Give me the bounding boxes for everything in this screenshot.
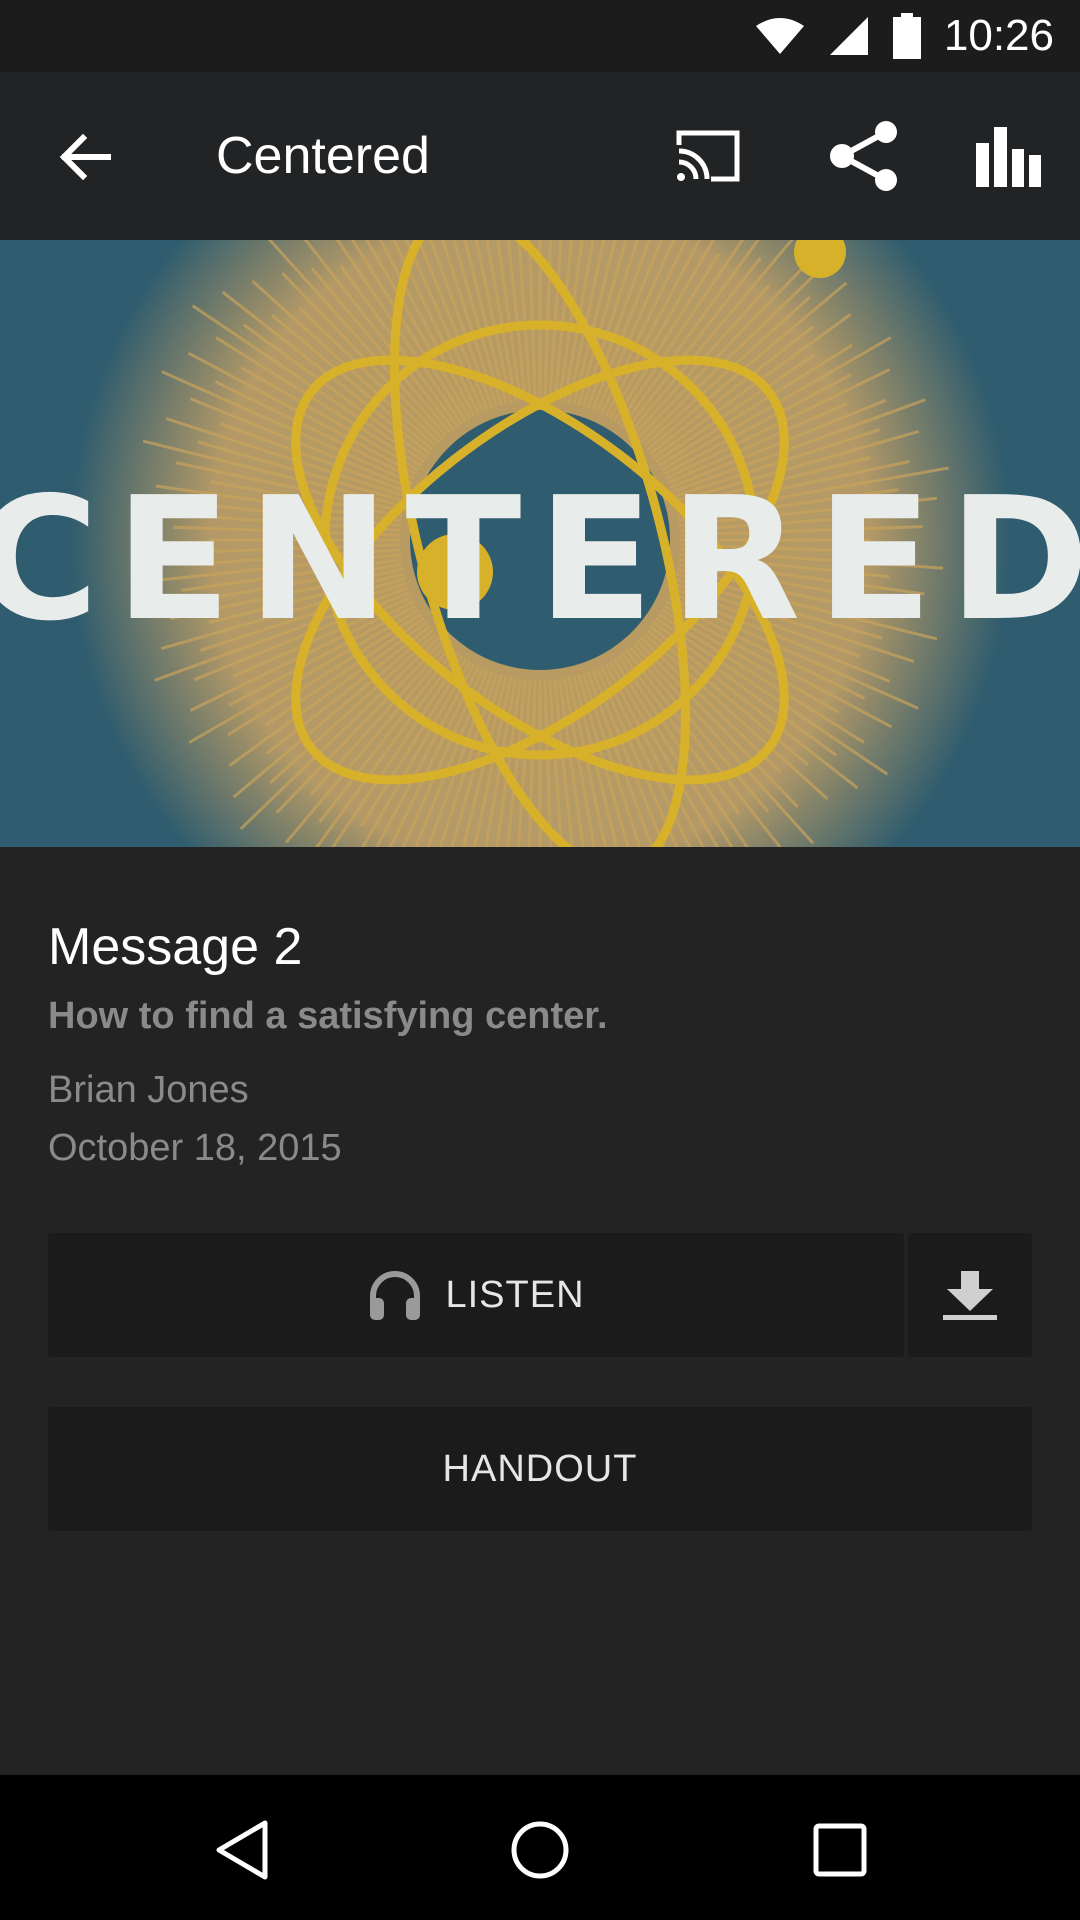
message-speaker: Brian Jones <box>48 1069 249 1111</box>
headphones-icon <box>367 1268 423 1322</box>
stats-button[interactable] <box>968 116 1048 196</box>
cast-button[interactable] <box>668 116 748 196</box>
wifi-icon <box>754 16 806 56</box>
home-circle-icon <box>511 1821 569 1879</box>
listen-row: LISTEN <box>48 1233 1032 1357</box>
artwork-title: CENTERED <box>0 461 1080 659</box>
share-button[interactable] <box>824 116 904 196</box>
listen-button[interactable]: LISTEN <box>48 1233 904 1357</box>
bar-chart-icon <box>976 127 1041 187</box>
message-details: Message 2 How to find a satisfying cente… <box>0 847 1080 1775</box>
download-button[interactable] <box>908 1233 1032 1357</box>
recents-square-icon <box>813 1823 867 1877</box>
app-bar: Centered <box>0 72 1080 240</box>
message-subtitle: How to find a satisfying center. <box>48 995 608 1037</box>
handout-button[interactable]: HANDOUT <box>48 1407 1032 1531</box>
message-title: Message 2 <box>48 918 303 976</box>
battery-icon <box>892 13 922 59</box>
nav-back-button[interactable] <box>196 1805 286 1895</box>
series-artwork: CENTERED <box>0 240 1080 847</box>
system-nav-bar <box>0 1775 1080 1920</box>
listen-label: LISTEN <box>445 1273 585 1316</box>
status-bar: 10:26 <box>0 0 1080 72</box>
cell-signal-icon <box>828 15 870 57</box>
cast-icon <box>676 130 740 182</box>
back-triangle-icon <box>216 1820 268 1880</box>
page-title: Centered <box>216 127 430 185</box>
message-date: October 18, 2015 <box>48 1127 342 1169</box>
share-icon <box>830 121 897 191</box>
back-button[interactable] <box>50 122 120 192</box>
handout-label: HANDOUT <box>442 1447 638 1490</box>
status-time: 10:26 <box>943 11 1054 60</box>
arrow-back-icon <box>59 134 111 180</box>
nav-home-button[interactable] <box>495 1805 585 1895</box>
nav-recents-button[interactable] <box>795 1805 885 1895</box>
download-icon <box>943 1271 997 1320</box>
